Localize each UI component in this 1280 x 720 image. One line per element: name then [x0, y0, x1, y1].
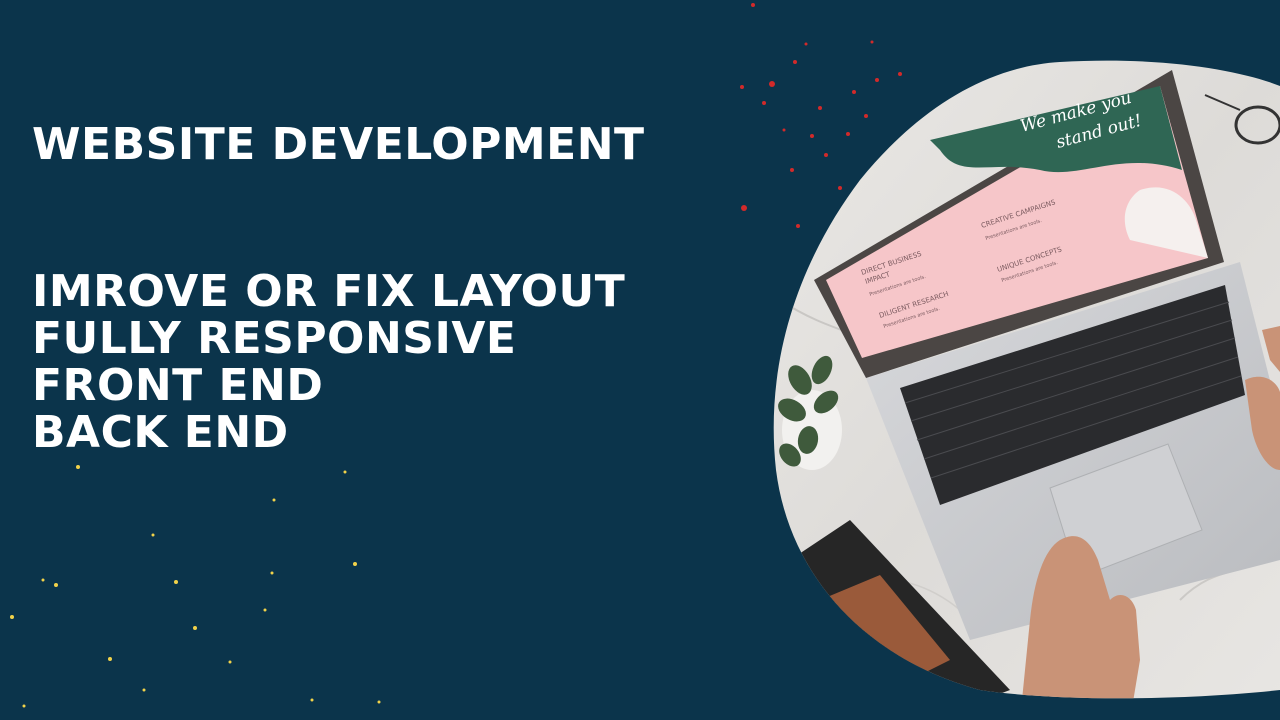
slide-canvas: WEBSITE DEVELOPMENT IMROVE OR FIX LAYOUT…	[0, 0, 1280, 720]
laptop-photo: We make you stand out! DIRECT BUSINESS I…	[773, 60, 1280, 699]
